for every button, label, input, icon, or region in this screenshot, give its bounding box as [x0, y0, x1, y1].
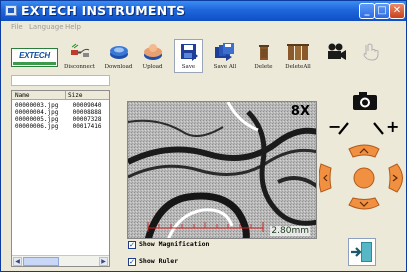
file-row[interactable]: 00000006.jpg 00017416: [15, 123, 102, 130]
pan-down-button[interactable]: [348, 197, 380, 210]
upload-button[interactable]: Upload: [136, 39, 169, 73]
horizontal-scrollbar[interactable]: ◀ ▶: [12, 255, 109, 266]
path-field[interactable]: [11, 75, 110, 86]
exit-door-icon: [351, 242, 372, 262]
menu-bar: File Language Help: [1, 21, 406, 33]
save-button[interactable]: Save: [174, 39, 203, 73]
pan-up-button[interactable]: [348, 144, 380, 158]
download-label: Download: [104, 64, 133, 70]
disconnect-button[interactable]: Disconnect: [63, 39, 96, 73]
pan-left-button[interactable]: [319, 163, 332, 193]
disconnect-label: Disconnect: [64, 64, 96, 70]
title-bar[interactable]: EXTECH INSTRUMENTS _ □ ✕: [1, 1, 406, 21]
delete-all-button[interactable]: DeleteAll: [282, 39, 314, 73]
column-name-header[interactable]: Name: [15, 91, 29, 100]
pan-right-button[interactable]: [388, 163, 403, 193]
save-label: Save: [181, 64, 196, 70]
upload-label: Upload: [142, 64, 163, 70]
file-row[interactable]: 00000004.jpg 00008888: [15, 109, 102, 116]
save-icon: [180, 44, 198, 61]
file-name: 00000006.jpg: [15, 123, 59, 130]
file-size: 00008888: [72, 109, 102, 116]
column-size-header[interactable]: Size: [68, 91, 82, 100]
scroll-thumb[interactable]: [23, 257, 59, 266]
window-title: EXTECH INSTRUMENTS: [21, 3, 186, 18]
column-divider[interactable]: [65, 91, 66, 100]
file-list-header: Name Size: [12, 91, 109, 100]
zoom-out-icon: [338, 122, 349, 135]
menu-language[interactable]: Language: [29, 21, 64, 33]
zoom-in-icon: [373, 122, 384, 135]
logo-text: EXTECH: [19, 51, 50, 60]
direction-pad: [319, 144, 403, 210]
zoom-out-button[interactable]: −: [326, 117, 352, 137]
file-list[interactable]: Name Size 00000003.jpg 00009040 00000004…: [11, 90, 110, 267]
ruler-measurement: 2.80mm: [270, 226, 310, 236]
file-size: 00017416: [72, 123, 102, 130]
logo-bar: [13, 62, 56, 65]
menu-file[interactable]: File: [11, 21, 23, 33]
file-size: 00009040: [72, 102, 102, 109]
microscope-view[interactable]: 8X 2.80mm: [127, 101, 317, 239]
app-window: EXTECH INSTRUMENTS _ □ ✕ File Language H…: [0, 0, 407, 272]
save-all-icon: [215, 43, 234, 61]
download-button[interactable]: Download: [102, 39, 135, 73]
scroll-right-arrow[interactable]: ▶: [99, 257, 108, 266]
maximize-button[interactable]: □: [374, 3, 390, 19]
show-ruler-label[interactable]: Show Ruler: [139, 257, 178, 266]
download-icon: [109, 46, 128, 59]
close-button[interactable]: ✕: [389, 3, 405, 19]
hand-pointer-icon: [363, 43, 379, 61]
save-all-button[interactable]: Save All: [208, 39, 242, 73]
scroll-left-arrow[interactable]: ◀: [13, 257, 22, 266]
trash-icon: [258, 45, 269, 60]
show-ruler-checkbox[interactable]: ✓: [128, 258, 136, 266]
zoom-in-button[interactable]: +: [373, 117, 401, 137]
exit-button[interactable]: [348, 238, 376, 266]
capture-button[interactable]: [351, 90, 379, 112]
delete-all-label: DeleteAll: [285, 64, 311, 70]
trash-all-icon: [287, 44, 309, 60]
extech-logo: EXTECH: [11, 48, 58, 67]
connection-icon: [70, 43, 89, 57]
upload-icon: [143, 44, 162, 60]
video-camera-icon: [328, 43, 346, 60]
file-size: 00007328: [72, 116, 102, 123]
zoom-in-symbol: +: [386, 117, 400, 136]
app-icon: [5, 5, 17, 16]
microscope-image: [128, 102, 316, 238]
show-magnification-checkbox[interactable]: ✓: [128, 241, 136, 249]
file-name: 00000004.jpg: [15, 109, 59, 116]
pad-center-button[interactable]: [353, 167, 375, 189]
pointer-button[interactable]: [356, 39, 386, 73]
magnification-label: 8X: [290, 104, 310, 119]
menu-help[interactable]: Help: [65, 21, 81, 33]
file-row[interactable]: 00000005.jpg 00007328: [15, 116, 102, 123]
delete-button[interactable]: Delete: [249, 39, 278, 73]
save-all-label: Save All: [213, 64, 237, 70]
delete-label: Delete: [254, 64, 273, 70]
file-row[interactable]: 00000003.jpg 00009040: [15, 102, 102, 109]
file-name: 00000005.jpg: [15, 116, 59, 123]
show-magnification-label[interactable]: Show Magnification: [139, 240, 209, 249]
file-name: 00000003.jpg: [15, 102, 59, 109]
minimize-button[interactable]: _: [359, 3, 375, 19]
record-video-button[interactable]: [321, 39, 351, 73]
